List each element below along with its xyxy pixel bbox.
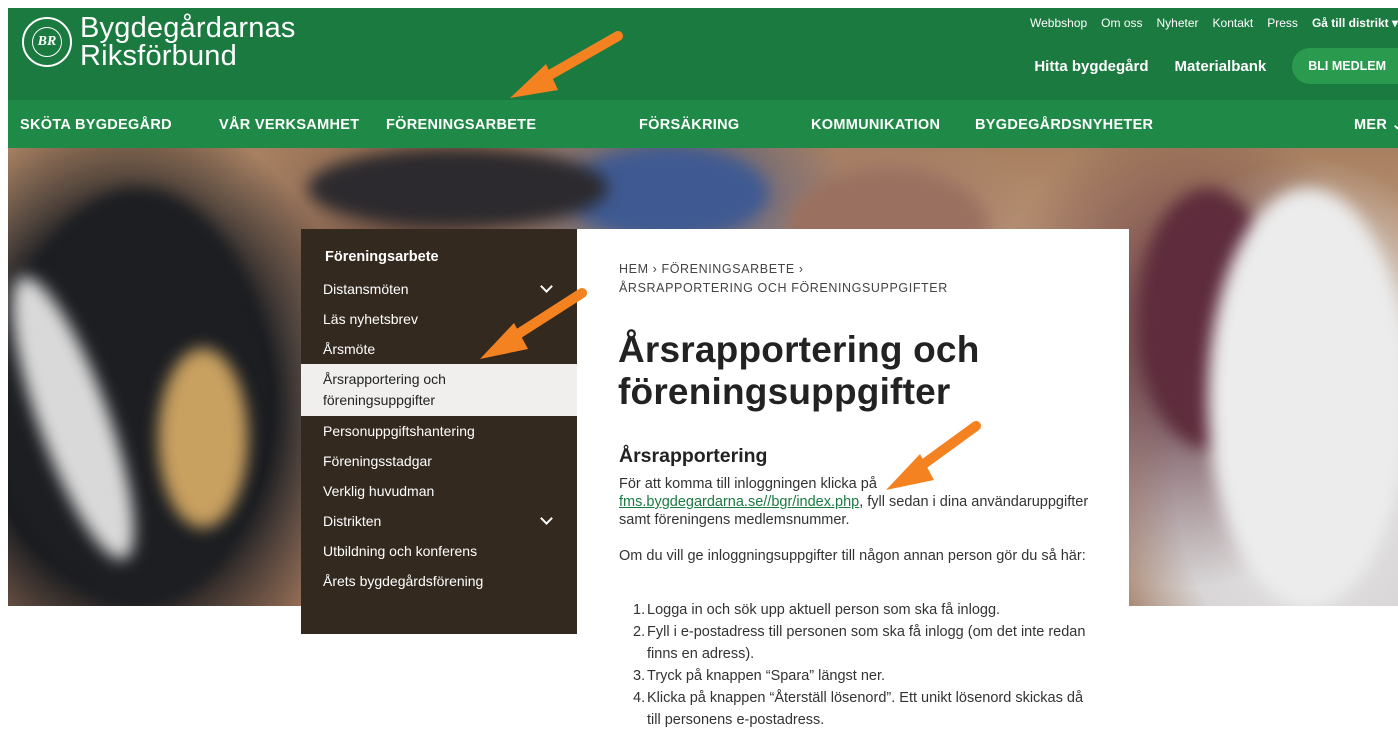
sidebar-item-utbildning[interactable]: Utbildning och konferens: [301, 536, 577, 566]
material-bank-link[interactable]: Materialbank: [1175, 58, 1267, 75]
site-logo[interactable]: BR Bygdegårdarnas Riksförbund: [22, 12, 296, 72]
sidebar-item-label: Utbildning och konferens: [323, 543, 478, 559]
nav-item-foreningsarbete[interactable]: FÖRENINGSARBETE: [386, 117, 536, 133]
annotation-arrow-icon: [480, 288, 587, 359]
steps-list: 1. Logga in och sök upp aktuell person so…: [619, 599, 1089, 731]
sidebar-item-label: Verklig huvudman: [323, 483, 435, 499]
sidebar-item-arsrapportering[interactable]: Årsrapportering och föreningsuppgifter: [301, 364, 577, 416]
list-item: 4. Klicka på knappen “Återställ lösenord”…: [633, 690, 1084, 728]
sidebar-item-arets-bygdegardsforening[interactable]: Årets bygdegårdsförening: [301, 566, 577, 596]
sidebar-item-verklig-huvudman[interactable]: Verklig huvudman: [301, 476, 577, 506]
sidebar-item-label: Distrikten: [323, 513, 382, 529]
fms-login-link[interactable]: fms.bygdegardarna.se//bgr/index.php: [619, 494, 859, 510]
top-link-om-oss[interactable]: Om oss: [1101, 16, 1142, 30]
sidebar-item-label: Årsmöte: [323, 341, 376, 357]
step-text: Fyll i e-postadress till personen som sk…: [647, 624, 1086, 662]
page-title-line-2: föreningsuppgifter: [618, 371, 951, 412]
list-item: 2. Fyll i e-postadress till personen som …: [633, 624, 1086, 662]
breadcrumb-line-1[interactable]: HEM › FÖRENINGSARBETE ›: [619, 260, 948, 279]
sidebar-item-label-line2: föreningsuppgifter: [323, 392, 436, 408]
top-links: Webbshop Om oss Nyheter Kontakt Press Gå…: [1030, 16, 1398, 30]
logo-seal-initials: BR: [32, 27, 62, 57]
intro-paragraph: För att komma till inloggningen klicka p…: [619, 475, 1089, 529]
sidebar-item-distrikten[interactable]: Distrikten: [301, 506, 577, 536]
step-text: Tryck på knappen “Spara” längst ner.: [647, 668, 886, 684]
district-dropdown-label: Gå till distrikt: [1311, 16, 1389, 30]
logo-line-2: Riksförbund: [80, 40, 237, 72]
site-header: BR Bygdegårdarnas Riksförbund Webbshop O…: [8, 8, 1398, 100]
section-heading: Årsrapportering: [619, 445, 768, 467]
nav-item-skota-bygdegard[interactable]: SKÖTA BYGDEGÅRD: [20, 117, 172, 133]
nav-item-bygdegardsnyheter[interactable]: BYGDEGÅRDSNYHETER: [975, 117, 1153, 133]
annotation-arrow-icon: [886, 421, 981, 490]
main-links: Hitta bygdegård Materialbank BLI MEDLEM: [1034, 48, 1398, 84]
sidebar-item-foreningsstadgar[interactable]: Föreningsstadgar: [301, 446, 577, 476]
page-title: Årsrapportering och föreningsuppgifter: [618, 329, 980, 413]
logo-line-1: Bygdegårdarnas: [80, 12, 296, 44]
nav-item-var-verksamhet[interactable]: VÅR VERKSAMHET: [219, 117, 359, 133]
chevron-down-icon: ▾: [1391, 16, 1398, 30]
step-text: Logga in och sök upp aktuell person som …: [647, 602, 1001, 618]
sidebar-item-label: Föreningsstadgar: [323, 453, 432, 469]
nav-item-mer[interactable]: MER ⌄: [1354, 117, 1398, 133]
main-content: HEM › FÖRENINGSARBETE › ÅRSRAPPORTERING …: [577, 229, 1129, 738]
top-link-kontakt[interactable]: Kontakt: [1213, 16, 1254, 30]
sidebar-item-label: Distansmöten: [323, 281, 409, 297]
breadcrumb-line-2: ÅRSRAPPORTERING OCH FÖRENINGSUPPGIFTER: [619, 281, 948, 295]
nav-item-forsakring[interactable]: FÖRSÄKRING: [639, 117, 739, 133]
intro-text-before: För att komma till inloggningen klicka p…: [619, 476, 877, 492]
sidebar-item-personuppgiftshantering[interactable]: Personuppgiftshantering: [301, 416, 577, 446]
instructions-paragraph: Om du vill ge inloggningsuppgifter till …: [619, 548, 1086, 564]
main-nav: SKÖTA BYGDEGÅRD VÅR VERKSAMHET FÖRENINGS…: [8, 100, 1398, 148]
step-text: Klicka på knappen “Återställ lösenord”. …: [647, 690, 1084, 728]
sidebar-item-label: Årets bygdegårdsförening: [323, 573, 484, 589]
nav-item-kommunikation[interactable]: KOMMUNIKATION: [811, 117, 940, 133]
sidebar-item-label: Läs nyhetsbrev: [323, 311, 418, 327]
logo-seal-icon: BR: [22, 17, 72, 67]
list-item: 3. Tryck på knappen “Spara” längst ner.: [633, 668, 886, 684]
list-item: 1. Logga in och sök upp aktuell person so…: [633, 602, 1001, 618]
find-bygdegard-link[interactable]: Hitta bygdegård: [1034, 58, 1148, 75]
annotation-arrow-icon: [510, 31, 623, 98]
chevron-down-icon[interactable]: [540, 512, 553, 525]
top-link-nyheter[interactable]: Nyheter: [1157, 16, 1199, 30]
sidebar-item-label-line1: Årsrapportering och: [323, 371, 446, 387]
sidebar-title[interactable]: Föreningsarbete: [325, 249, 439, 265]
top-link-webbshop[interactable]: Webbshop: [1030, 16, 1087, 30]
top-link-press[interactable]: Press: [1267, 16, 1298, 30]
chevron-down-icon: ⌄: [1391, 117, 1398, 133]
sidebar-item-label: Personuppgiftshantering: [323, 423, 475, 439]
district-dropdown[interactable]: Gå till distrikt ▾: [1312, 16, 1398, 30]
page-title-line-1: Årsrapportering och: [618, 329, 980, 370]
nav-item-mer-label: MER: [1354, 117, 1388, 133]
become-member-button[interactable]: BLI MEDLEM: [1292, 48, 1398, 84]
breadcrumb[interactable]: HEM › FÖRENINGSARBETE › ÅRSRAPPORTERING …: [619, 260, 948, 298]
